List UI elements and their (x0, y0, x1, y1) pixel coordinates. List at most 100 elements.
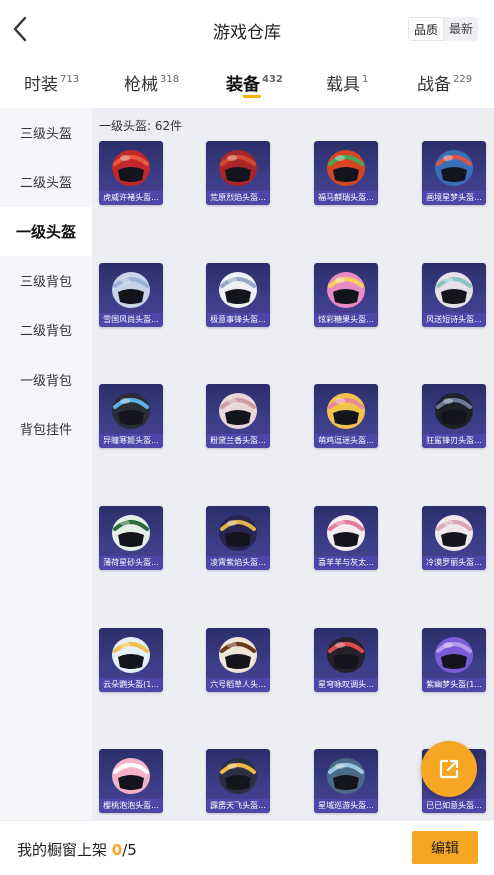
helmet-item-card[interactable]: 炫彩糖果头盔... (314, 263, 378, 327)
helmet-icon (435, 272, 473, 308)
helmet-item-card[interactable]: 喜羊羊与灰太... (314, 506, 378, 570)
helmet-item-card[interactable]: 凌霄紫焰头盔... (206, 506, 270, 570)
sidebar-item-level2-backpack[interactable]: 二级背包 (0, 305, 92, 354)
helmet-item-card[interactable]: 极意事锋头盔... (206, 263, 270, 327)
helmet-item-name: 樱桃泡泡头盔... (99, 799, 163, 813)
helmet-icon (112, 637, 150, 673)
helmet-icon (219, 515, 257, 551)
tab-label: 枪械 (124, 75, 158, 95)
sidebar-item-backpack-charm[interactable]: 背包挂件 (0, 404, 92, 453)
sort-quality-button[interactable]: 品质 (407, 17, 444, 41)
helmet-item-card[interactable]: 霹雳天飞头盔... (206, 749, 270, 813)
tab-label: 战备 (417, 75, 451, 95)
helmet-item-card[interactable]: 薄荷星砂头盔... (99, 506, 163, 570)
helmet-icon (327, 637, 365, 673)
helmet-item-name: 荒原烈焰头盔... (206, 191, 270, 205)
sidebar-item-level3-backpack[interactable]: 三级背包 (0, 256, 92, 305)
tab-label: 载具 (326, 75, 360, 95)
helmet-item-name: 炫彩糖果头盔... (314, 313, 378, 327)
tab-count: 229 (453, 74, 473, 85)
helmet-item-name: 已已如意头盔... (422, 799, 486, 813)
helmet-item-card[interactable]: 荒原烈焰头盔... (206, 141, 270, 205)
share-button[interactable] (421, 741, 477, 797)
category-tabs: 时装 713 枪械 318 装备 432 载具 1 战备 229 (0, 62, 494, 106)
helmet-icon (327, 150, 365, 186)
active-tab-indicator (243, 95, 261, 98)
helmet-icon (219, 393, 257, 429)
sidebar: 三级头盔 二级头盔 一级头盔 三级背包 二级背包 一级背包 背包挂件 (0, 108, 92, 820)
header: 游戏仓库 品质 最新 (0, 0, 494, 58)
helmet-item-card[interactable]: 粉黛兰香头盔... (206, 384, 270, 448)
helmet-item-name: 狂鲨锋刃头盔... (422, 434, 486, 448)
helmet-icon (435, 515, 473, 551)
helmet-item-card[interactable]: 六号稻草人头... (206, 628, 270, 692)
tab-count: 318 (160, 74, 180, 85)
helmet-item-name: 凌霄紫焰头盔... (206, 556, 270, 570)
showcase-status: 我的橱窗上架 0/5 (17, 839, 137, 860)
helmet-item-name: 虎威许褚头盔... (99, 191, 163, 205)
tab-count: 713 (60, 74, 80, 85)
tab-label: 装备 (226, 75, 260, 95)
sidebar-item-level2-helmet[interactable]: 二级头盔 (0, 157, 92, 206)
helmet-item-card[interactable]: 福马麒瑞头盔... (314, 141, 378, 205)
helmet-item-card[interactable]: 萌鸡逗迷头盔... (314, 384, 378, 448)
helmet-icon (435, 393, 473, 429)
helmet-item-name: 霹雳天飞头盔... (206, 799, 270, 813)
helmet-item-name: 六号稻草人头... (206, 678, 270, 692)
tab-equipment[interactable]: 装备 432 (226, 70, 283, 95)
helmet-item-card[interactable]: 风送短诗头盔... (422, 263, 486, 327)
showcase-count: 0 (111, 841, 123, 859)
helmet-item-card[interactable]: 星域巡游头盔... (314, 749, 378, 813)
edit-button[interactable]: 编辑 (412, 831, 478, 864)
helmet-item-card[interactable]: 冷漠罗丽头盔... (422, 506, 486, 570)
helmet-item-card[interactable]: 异瞳寒姬头盔... (99, 384, 163, 448)
helmet-item-name: 风送短诗头盔... (422, 313, 486, 327)
helmet-item-name: 云朵鹦头盔(1... (99, 678, 163, 692)
helmet-item-name: 异瞳寒姬头盔... (99, 434, 163, 448)
helmet-item-name: 极意事锋头盔... (206, 313, 270, 327)
sidebar-item-level1-helmet[interactable]: 一级头盔 (0, 206, 92, 256)
helmet-item-name: 萌鸡逗迷头盔... (314, 434, 378, 448)
helmet-icon (435, 637, 473, 673)
showcase-label: 我的橱窗上架 (17, 841, 108, 859)
sort-latest-button[interactable]: 最新 (444, 17, 478, 41)
helmet-icon (327, 393, 365, 429)
footer-bar: 我的橱窗上架 0/5 编辑 (0, 820, 494, 875)
sidebar-item-level3-helmet[interactable]: 三级头盔 (0, 108, 92, 157)
tab-guns[interactable]: 枪械 318 (124, 70, 179, 95)
helmet-icon (112, 758, 150, 794)
helmet-item-name: 冷漠罗丽头盔... (422, 556, 486, 570)
helmet-item-name: 雪国风尚头盔... (99, 313, 163, 327)
helmet-item-card[interactable]: 雪国风尚头盔... (99, 263, 163, 327)
helmet-icon (219, 272, 257, 308)
section-title: 一级头盔: 62件 (99, 119, 183, 133)
helmet-item-card[interactable]: 狂鲨锋刃头盔... (422, 384, 486, 448)
helmet-item-card[interactable]: 虎威许褚头盔... (99, 141, 163, 205)
helmet-icon (327, 515, 365, 551)
sidebar-item-level1-backpack[interactable]: 一级背包 (0, 354, 92, 403)
helmet-icon (112, 150, 150, 186)
tab-supplies[interactable]: 战备 229 (417, 70, 472, 95)
helmet-icon (327, 272, 365, 308)
tab-label: 时装 (24, 75, 58, 95)
helmet-item-card[interactable]: 画境星梦头盔... (422, 141, 486, 205)
helmet-item-card[interactable]: 星穹咏叹调头... (314, 628, 378, 692)
helmet-icon (112, 393, 150, 429)
helmet-item-card[interactable]: 樱桃泡泡头盔... (99, 749, 163, 813)
helmet-item-card[interactable]: 云朵鹦头盔(1... (99, 628, 163, 692)
tab-count: 1 (362, 74, 369, 85)
helmet-icon (219, 637, 257, 673)
helmet-item-name: 星域巡游头盔... (314, 799, 378, 813)
helmet-icon (219, 758, 257, 794)
helmet-icon (435, 150, 473, 186)
helmet-item-name: 粉黛兰香头盔... (206, 434, 270, 448)
helmet-item-card[interactable]: 紫幽梦头盔(1... (422, 628, 486, 692)
showcase-total: /5 (122, 841, 137, 859)
share-icon (439, 759, 459, 779)
helmet-item-name: 画境星梦头盔... (422, 191, 486, 205)
helmet-item-name: 喜羊羊与灰太... (314, 556, 378, 570)
helmet-icon (112, 272, 150, 308)
tab-vehicles[interactable]: 载具 1 (326, 70, 368, 95)
tab-fashion[interactable]: 时装 713 (24, 70, 79, 95)
helmet-icon (219, 150, 257, 186)
